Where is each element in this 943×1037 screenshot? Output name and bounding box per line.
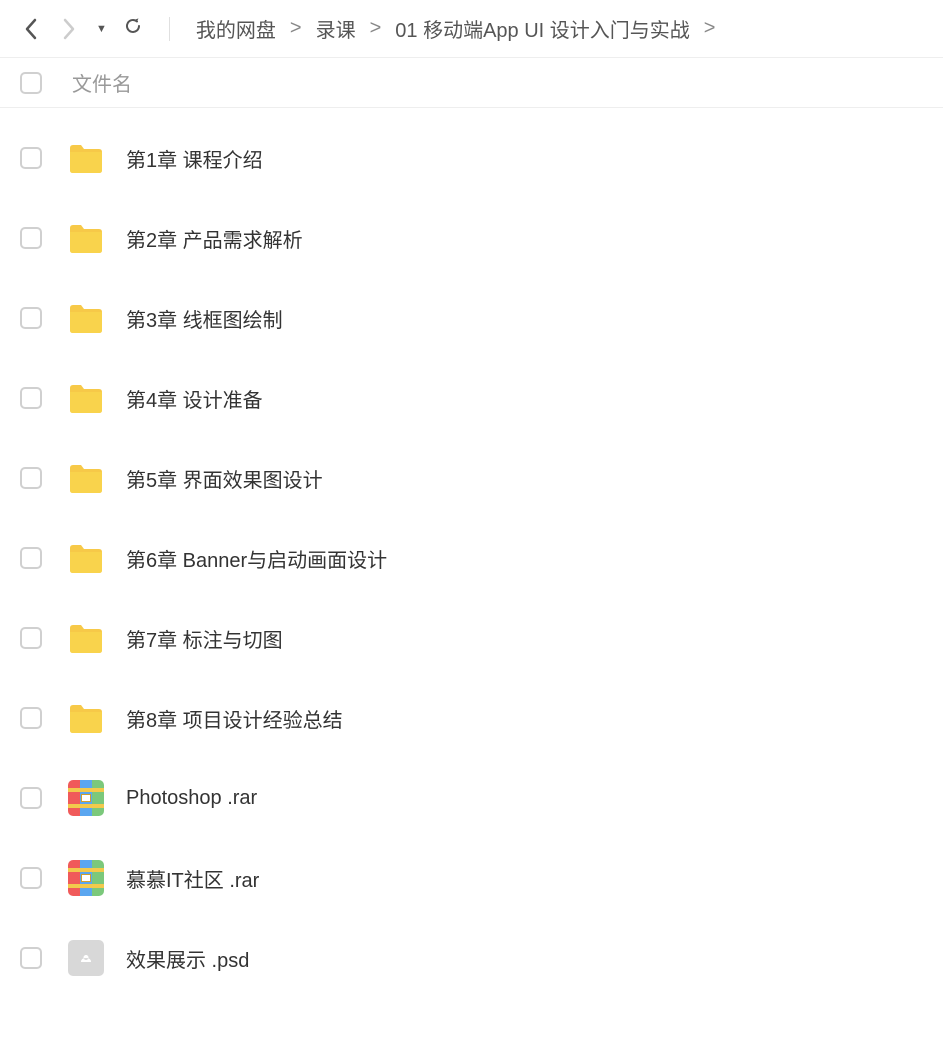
folder-icon: [68, 380, 104, 416]
file-row[interactable]: 慕慕IT社区 .rar: [0, 838, 943, 918]
file-name-label: Photoshop .rar: [126, 787, 257, 810]
row-checkbox[interactable]: [20, 147, 42, 169]
toolbar: ▼ 我的网盘 > 录课 > 01 移动端App UI 设计入门与实战 >: [0, 0, 943, 58]
forward-button[interactable]: [58, 18, 80, 40]
file-row[interactable]: Photoshop .rar: [0, 758, 943, 838]
file-row[interactable]: 第4章 设计准备: [0, 358, 943, 438]
row-checkbox[interactable]: [20, 867, 42, 889]
chevron-right-icon: >: [704, 17, 716, 40]
file-name-label: 第5章 界面效果图设计: [126, 464, 323, 493]
row-checkbox[interactable]: [20, 547, 42, 569]
list-header: 文件名: [0, 58, 943, 108]
file-name-label: 慕慕IT社区 .rar: [126, 864, 259, 893]
row-checkbox[interactable]: [20, 707, 42, 729]
select-all-checkbox[interactable]: [20, 72, 42, 94]
folder-icon: [68, 700, 104, 736]
row-checkbox[interactable]: [20, 307, 42, 329]
row-checkbox[interactable]: [20, 947, 42, 969]
crumb-root[interactable]: 我的网盘: [196, 14, 276, 43]
folder-icon: [68, 140, 104, 176]
file-row[interactable]: 第6章 Banner与启动画面设计: [0, 518, 943, 598]
file-icon: [68, 940, 104, 976]
archive-icon: [68, 780, 104, 816]
file-name-label: 第8章 项目设计经验总结: [126, 704, 343, 733]
folder-icon: [68, 300, 104, 336]
archive-icon: [68, 860, 104, 896]
row-checkbox[interactable]: [20, 627, 42, 649]
folder-icon: [68, 620, 104, 656]
file-row[interactable]: 第1章 课程介绍: [0, 118, 943, 198]
file-row[interactable]: 第7章 标注与切图: [0, 598, 943, 678]
divider: [169, 17, 170, 41]
row-checkbox[interactable]: [20, 787, 42, 809]
folder-icon: [68, 540, 104, 576]
file-name-label: 第2章 产品需求解析: [126, 224, 303, 253]
chevron-right-icon: >: [290, 17, 302, 40]
crumb-current[interactable]: 01 移动端App UI 设计入门与实战: [395, 14, 690, 43]
row-checkbox[interactable]: [20, 467, 42, 489]
file-name-label: 效果展示 .psd: [126, 944, 249, 973]
file-name-label: 第1章 课程介绍: [126, 144, 263, 173]
file-name-label: 第7章 标注与切图: [126, 624, 283, 653]
back-button[interactable]: [20, 18, 42, 40]
file-row[interactable]: 第8章 项目设计经验总结: [0, 678, 943, 758]
archive-icon: [68, 860, 104, 896]
folder-icon: [68, 220, 104, 256]
file-name-label: 第4章 设计准备: [126, 384, 263, 413]
file-icon: [68, 940, 104, 976]
row-checkbox[interactable]: [20, 387, 42, 409]
crumb-level1[interactable]: 录课: [316, 14, 356, 43]
breadcrumb: 我的网盘 > 录课 > 01 移动端App UI 设计入门与实战 >: [196, 14, 716, 43]
file-row[interactable]: 第2章 产品需求解析: [0, 198, 943, 278]
column-name-header[interactable]: 文件名: [72, 68, 132, 97]
file-name-label: 第6章 Banner与启动画面设计: [126, 544, 387, 573]
archive-icon: [68, 780, 104, 816]
file-list: 第1章 课程介绍第2章 产品需求解析第3章 线框图绘制第4章 设计准备第5章 界…: [0, 108, 943, 1008]
file-row[interactable]: 第5章 界面效果图设计: [0, 438, 943, 518]
chevron-right-icon: >: [370, 17, 382, 40]
file-row[interactable]: 效果展示 .psd: [0, 918, 943, 998]
history-dropdown[interactable]: ▼: [96, 23, 107, 35]
reload-button[interactable]: [123, 16, 143, 41]
file-name-label: 第3章 线框图绘制: [126, 304, 283, 333]
row-checkbox[interactable]: [20, 227, 42, 249]
folder-icon: [68, 460, 104, 496]
file-row[interactable]: 第3章 线框图绘制: [0, 278, 943, 358]
